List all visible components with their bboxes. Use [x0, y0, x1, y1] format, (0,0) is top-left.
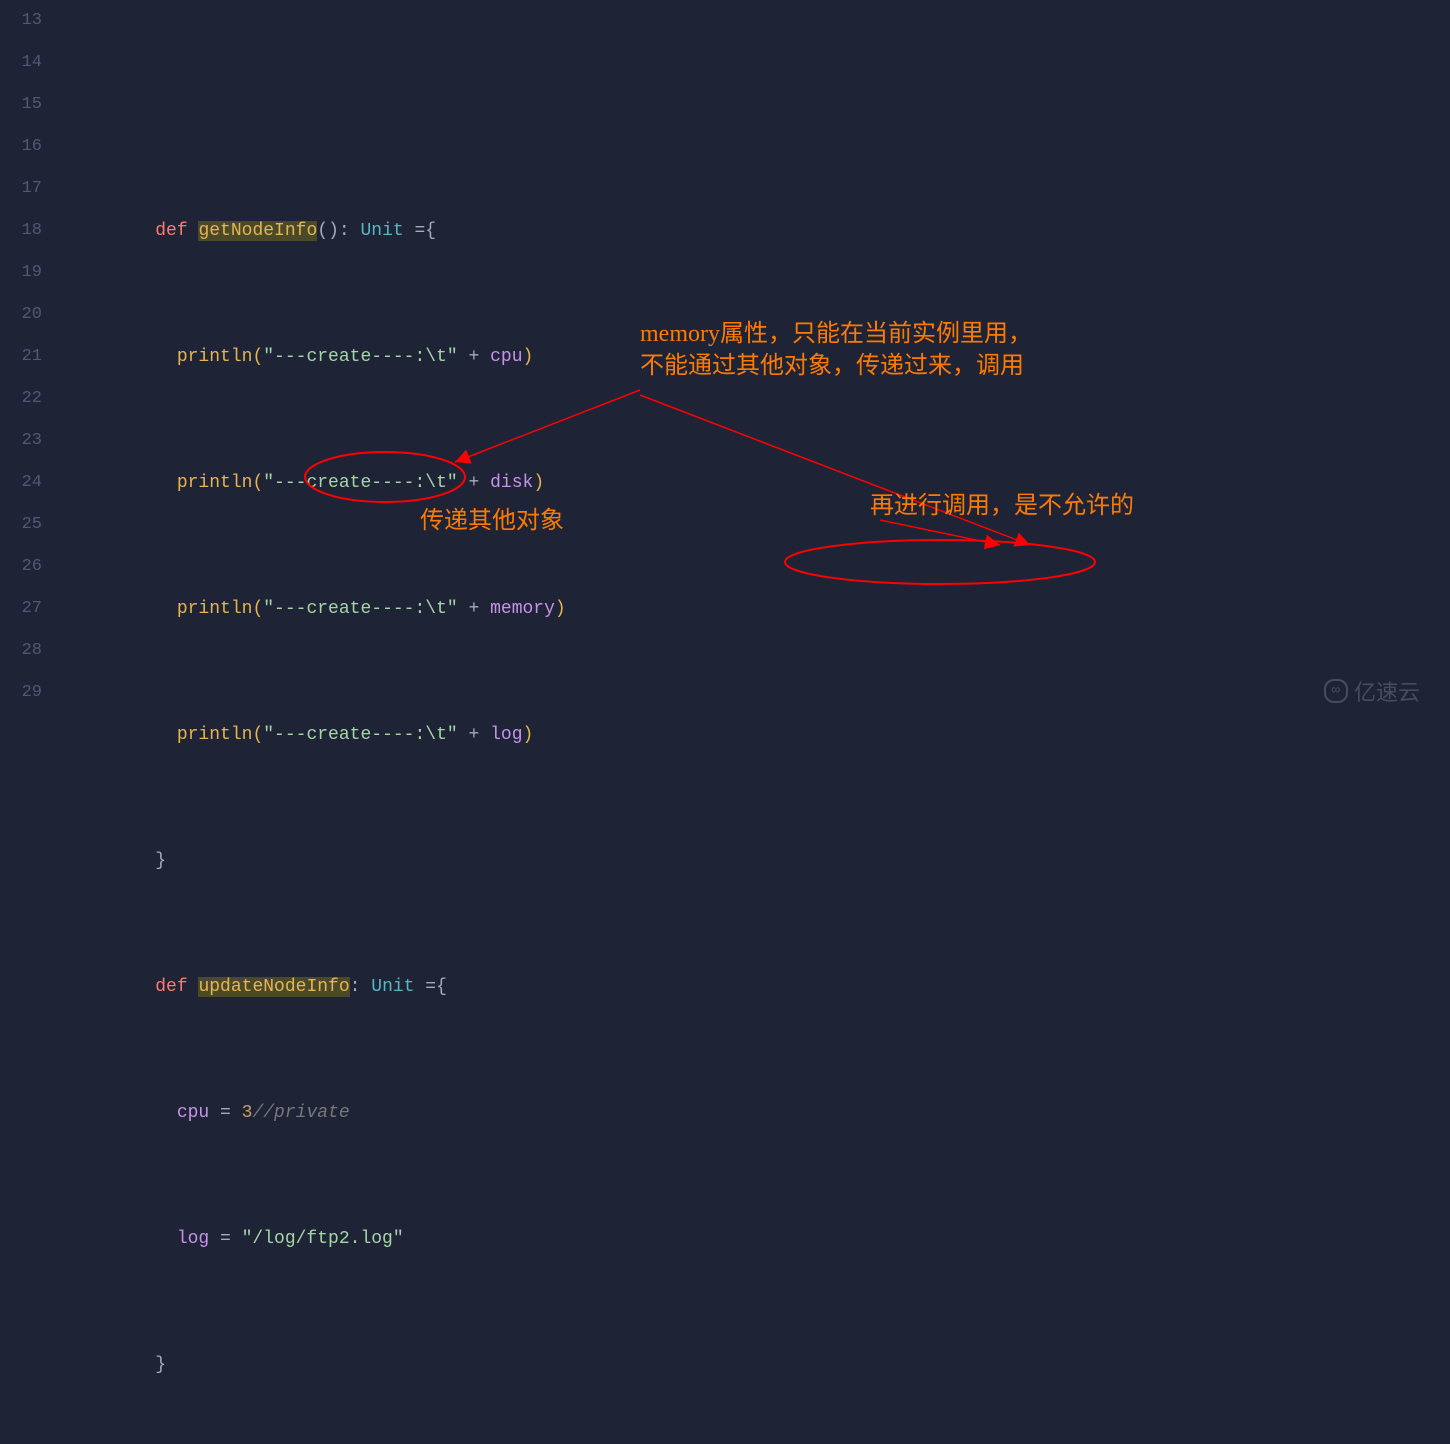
annotation-memory-note: memory属性，只能在当前实例里用， 不能通过其他对象，传递过来，调用	[640, 318, 1032, 382]
code-line: def getNodeInfo(): Unit ={	[112, 210, 1450, 252]
code-line: println("---create----:\t" + memory)	[112, 588, 1450, 630]
code-line: log = "/log/ftp2.log"	[112, 1218, 1450, 1260]
code-line: }	[112, 840, 1450, 882]
fold-gutter	[50, 0, 92, 722]
code-line: println("---create----:\t" + log)	[112, 714, 1450, 756]
line-number-gutter: 13 14 15 16 17 18 19 20 21 22 23 24 25 2…	[0, 0, 50, 722]
watermark: ∞ 亿速云	[1324, 675, 1420, 707]
code-line: }	[112, 1344, 1450, 1386]
annotation-not-allowed: 再进行调用，是不允许的	[870, 490, 1134, 522]
code-line: cpu = 3//private	[112, 1092, 1450, 1134]
watermark-icon: ∞	[1324, 679, 1348, 703]
code-line: println("---create----:\t" + disk)	[112, 462, 1450, 504]
code-line	[112, 84, 1450, 126]
annotation-pass-object: 传递其他对象	[420, 505, 564, 537]
code-line: def updateNodeInfo: Unit ={	[112, 966, 1450, 1008]
